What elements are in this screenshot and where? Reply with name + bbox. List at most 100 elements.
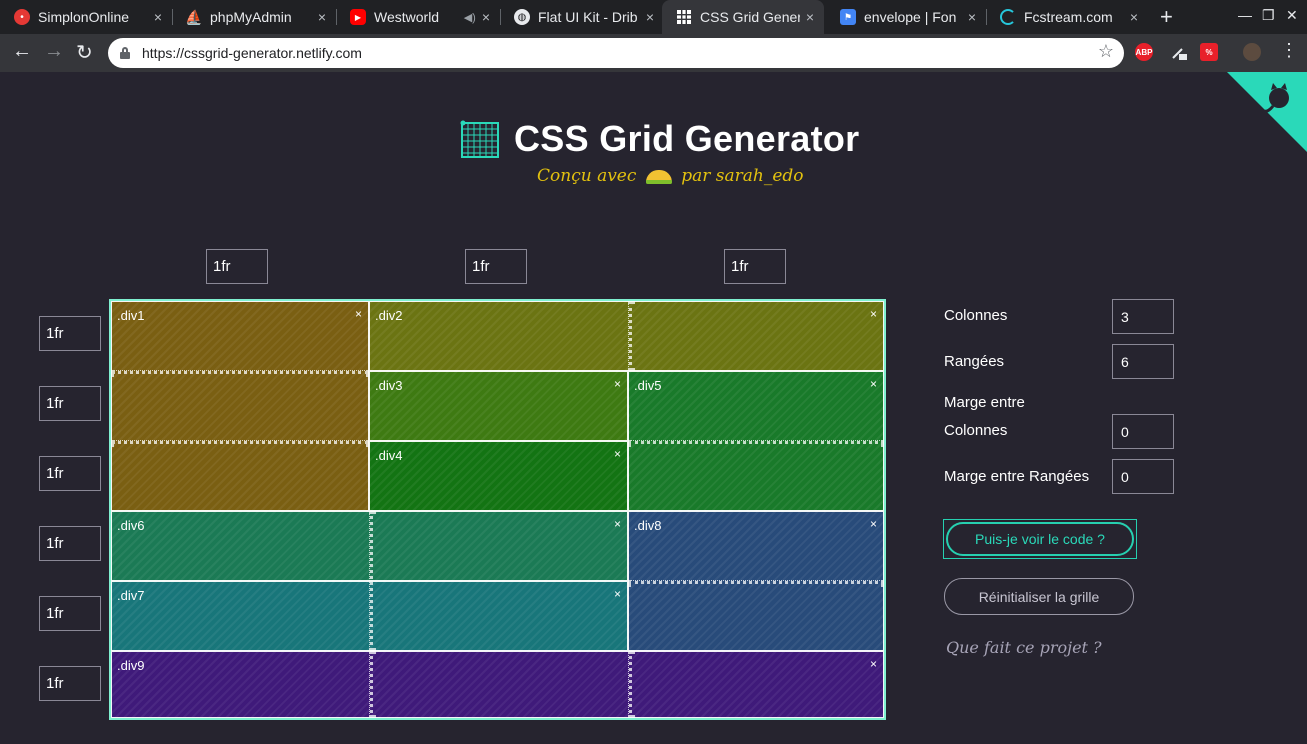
grid-column-line: [369, 511, 373, 651]
tab-westworld[interactable]: ▶ Westworld ◀) ×: [336, 0, 500, 34]
column-gap-label-2: Colonnes: [944, 422, 1008, 439]
tab-close-icon[interactable]: ×: [968, 9, 976, 25]
tab-css-grid-generator[interactable]: CSS Grid Gener ×: [662, 0, 824, 34]
grid-logo-icon: [460, 120, 499, 158]
url-text[interactable]: https://cssgrid-generator.netlify.com: [142, 45, 362, 61]
columns-count-input[interactable]: 3: [1112, 299, 1174, 334]
rows-count-input[interactable]: 6: [1112, 344, 1174, 379]
grid-area-div2[interactable]: .div2 ×: [369, 301, 884, 371]
row-size-input[interactable]: 1fr: [39, 526, 101, 561]
row-gap-input[interactable]: 0: [1112, 459, 1174, 494]
about-project-link[interactable]: Que fait ce projet ?: [946, 638, 1102, 657]
reset-grid-button[interactable]: Réinitialiser la grille: [944, 578, 1134, 615]
tab-close-icon[interactable]: ×: [1130, 9, 1138, 25]
tab-close-icon[interactable]: ×: [318, 9, 326, 25]
reload-icon[interactable]: ↻: [76, 40, 93, 65]
column-size-input[interactable]: 1fr: [724, 249, 786, 284]
columns-label: Colonnes: [944, 307, 1008, 324]
row-size-input[interactable]: 1fr: [39, 316, 101, 351]
rows-label: Rangées: [944, 353, 1005, 370]
tab-phpmyadmin[interactable]: ⛵ phpMyAdmin ×: [172, 0, 336, 34]
speaker-icon[interactable]: ◀): [464, 11, 476, 24]
remove-area-icon[interactable]: ×: [614, 587, 621, 601]
grid-area-div3[interactable]: .div3 ×: [369, 371, 628, 441]
grid-row-line: [111, 370, 369, 374]
remove-area-icon[interactable]: ×: [614, 517, 621, 531]
area-label: .div8: [634, 518, 662, 533]
grid-canvas[interactable]: .div1 × .div2 × .div3 × .div4 × .div5 × …: [109, 299, 886, 720]
github-corner-icon[interactable]: [1227, 72, 1307, 152]
tab-close-icon[interactable]: ×: [646, 9, 654, 25]
adblock-icon[interactable]: ABP: [1135, 43, 1153, 61]
bookmark-star-icon[interactable]: ☆: [1098, 41, 1114, 62]
tab-title: Westworld: [374, 9, 440, 25]
remove-area-icon[interactable]: ×: [870, 517, 877, 531]
show-code-button[interactable]: Puis-je voir le code ?: [943, 519, 1137, 559]
lock-icon: [120, 47, 130, 59]
grid-column-line: [369, 651, 373, 718]
restore-icon[interactable]: ❐: [1262, 7, 1275, 24]
tab-simplononline[interactable]: • SimplonOnline ×: [0, 0, 172, 34]
eyedropper-icon[interactable]: [1170, 43, 1188, 61]
remove-area-icon[interactable]: ×: [614, 447, 621, 461]
translate-icon[interactable]: %: [1200, 43, 1218, 61]
row-size-input[interactable]: 1fr: [39, 596, 101, 631]
row-size-input[interactable]: 1fr: [39, 456, 101, 491]
subtitle-suffix: par sarah_edo: [681, 166, 804, 186]
loading-icon: [1000, 9, 1016, 25]
subtitle-prefix: Conçu avec: [537, 166, 637, 186]
address-bar[interactable]: https://cssgrid-generator.netlify.com ☆: [108, 38, 1124, 68]
subtitle: Conçu avec par sarah_edo: [537, 166, 804, 186]
row-size-input[interactable]: 1fr: [39, 666, 101, 701]
area-label: .div1: [117, 308, 145, 323]
remove-area-icon[interactable]: ×: [355, 307, 362, 321]
taco-icon: [645, 169, 672, 184]
flag-icon: ⚑: [840, 9, 856, 25]
grid-row-line: [628, 580, 884, 584]
minimize-icon[interactable]: —: [1238, 7, 1252, 23]
page-content: CSS Grid Generator Conçu avec par sarah_…: [0, 72, 1307, 744]
tab-fcstream[interactable]: Fcstream.com ×: [986, 0, 1148, 34]
column-size-input[interactable]: 1fr: [465, 249, 527, 284]
tab-envelope-font[interactable]: ⚑ envelope | Fon ×: [826, 0, 986, 34]
area-label: .div4: [375, 448, 403, 463]
new-tab-icon[interactable]: +: [1160, 4, 1173, 30]
page-title: CSS Grid Generator: [514, 118, 860, 159]
back-icon[interactable]: ←: [12, 40, 32, 63]
remove-area-icon[interactable]: ×: [870, 657, 877, 671]
grid-column-line: [628, 651, 632, 718]
area-label: .div6: [117, 518, 145, 533]
profile-avatar[interactable]: [1243, 43, 1261, 61]
tab-close-icon[interactable]: ×: [154, 9, 162, 25]
globe-icon: ◍: [514, 9, 530, 25]
grid-area-div9[interactable]: .div9 ×: [111, 651, 884, 718]
area-label: .div7: [117, 588, 145, 603]
phpmyadmin-icon: ⛵: [185, 8, 203, 25]
grid-row-line: [111, 440, 369, 444]
show-code-label: Puis-je voir le code ?: [946, 522, 1134, 556]
tab-bar: • SimplonOnline × ⛵ phpMyAdmin × ▶ Westw…: [0, 0, 1307, 34]
menu-icon[interactable]: ⋮: [1280, 40, 1298, 61]
remove-area-icon[interactable]: ×: [614, 377, 621, 391]
column-size-input[interactable]: 1fr: [206, 249, 268, 284]
tab-title: envelope | Fon: [864, 9, 957, 25]
youtube-icon: ▶: [350, 9, 366, 25]
tab-close-icon[interactable]: ×: [806, 9, 814, 25]
area-label: .div5: [634, 378, 662, 393]
grid-icon: [676, 9, 692, 25]
tab-close-icon[interactable]: ×: [482, 9, 490, 25]
remove-area-icon[interactable]: ×: [870, 377, 877, 391]
area-label: .div3: [375, 378, 403, 393]
forward-icon[interactable]: →: [44, 40, 64, 63]
close-window-icon[interactable]: ✕: [1286, 7, 1298, 24]
grid-column-line: [628, 301, 632, 371]
tab-title: CSS Grid Gener: [700, 9, 800, 25]
grid-area-div1[interactable]: .div1 ×: [111, 301, 369, 511]
row-size-input[interactable]: 1fr: [39, 386, 101, 421]
remove-area-icon[interactable]: ×: [870, 307, 877, 321]
tab-title: Fcstream.com: [1024, 9, 1113, 25]
column-gap-input[interactable]: 0: [1112, 414, 1174, 449]
tab-title: Flat UI Kit - Drib: [538, 9, 638, 25]
grid-area-div4[interactable]: .div4 ×: [369, 441, 628, 511]
tab-flat-ui-kit[interactable]: ◍ Flat UI Kit - Drib ×: [500, 0, 664, 34]
